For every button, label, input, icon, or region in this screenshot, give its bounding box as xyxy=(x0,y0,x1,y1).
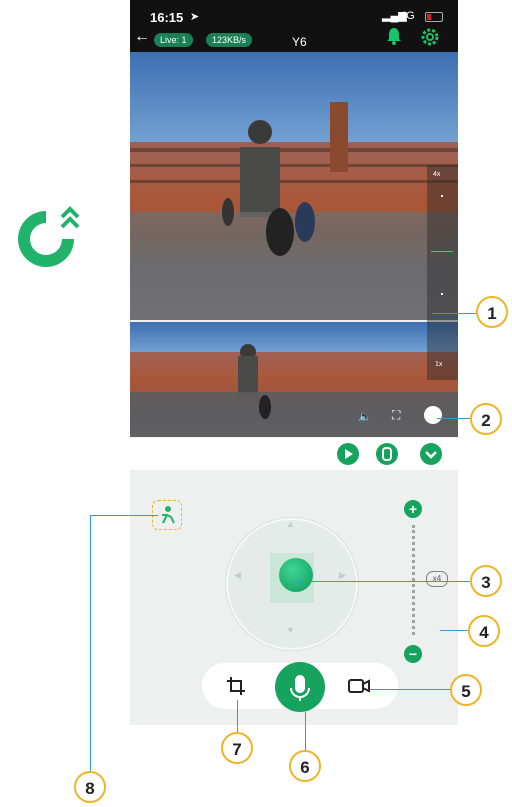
callout-2: 2 xyxy=(470,403,502,435)
speaker-icon[interactable]: 🔈 xyxy=(358,410,372,423)
callout-6: 6 xyxy=(289,750,321,782)
callout-3: 3 xyxy=(470,565,502,597)
joystick-handle[interactable] xyxy=(279,558,313,592)
joystick-right-arrow-icon[interactable]: ▶ xyxy=(339,570,346,581)
plaza-scene-secondary xyxy=(130,344,458,437)
zoom-level-badge: x4 xyxy=(426,571,448,587)
back-arrow-icon[interactable]: ← xyxy=(134,28,150,46)
callout-7: 7 xyxy=(221,732,253,764)
callout-8-line-h xyxy=(90,515,158,516)
callout-2-line xyxy=(437,418,471,419)
ptz-logo-text: PTZ xyxy=(36,235,57,247)
zoom-strip[interactable]: 4x 1x xyxy=(427,165,458,380)
location-arrow-icon: ➤ xyxy=(190,11,200,23)
zoom-strip-bottom-label: 1x xyxy=(435,361,443,368)
crop-icon[interactable] xyxy=(226,676,246,701)
zoom-strip-top-label: 4x xyxy=(433,171,441,178)
speed-badge: 123KB/s xyxy=(206,33,253,47)
callout-8-line-v xyxy=(90,515,91,771)
callout-1-line xyxy=(432,313,476,314)
joystick-left-arrow-icon[interactable]: ◀ xyxy=(234,570,241,581)
callout-6-line xyxy=(305,712,306,750)
callout-7-line xyxy=(237,700,238,732)
fullscreen-icon[interactable]: ⛶ xyxy=(392,408,400,423)
callout-1: 1 xyxy=(476,296,508,328)
callout-4-line xyxy=(440,630,468,631)
zoom-in-button[interactable]: + xyxy=(404,500,422,518)
joystick-down-arrow-icon[interactable]: ▼ xyxy=(286,625,295,635)
status-bar: 16:15 ➤ ▂▄▆ 4G ← Live: 1 123KB/s Y6 xyxy=(130,0,458,52)
callout-8: 8 xyxy=(74,771,106,803)
plaza-scene xyxy=(130,102,458,320)
joystick-up-arrow-icon[interactable]: ▲ xyxy=(286,519,295,529)
zoom-out-button[interactable]: − xyxy=(404,645,422,663)
battery-icon xyxy=(425,12,443,22)
live-video-main[interactable] xyxy=(130,52,458,320)
callout-4: 4 xyxy=(468,615,500,647)
zoom-tick xyxy=(441,195,443,197)
record-video-icon[interactable] xyxy=(348,678,370,699)
camera-name: Y6 xyxy=(292,35,307,49)
live-badge: Live: 1 xyxy=(154,33,193,47)
chevron-down-icon[interactable] xyxy=(420,443,442,465)
zoom-scale[interactable] xyxy=(412,525,417,635)
callout-3-line xyxy=(295,581,471,582)
talk-button[interactable] xyxy=(275,662,325,712)
bell-icon[interactable] xyxy=(386,27,402,45)
multi-view-icon[interactable] xyxy=(376,443,398,465)
shutter-icon[interactable] xyxy=(424,406,442,424)
gear-icon[interactable] xyxy=(420,27,440,47)
callout-5: 5 xyxy=(450,674,482,706)
playback-toolbar xyxy=(130,438,458,470)
phone-screen: 16:15 ➤ ▂▄▆ 4G ← Live: 1 123KB/s Y6 🔈 ⛶ … xyxy=(130,0,458,725)
network-type: 4G xyxy=(400,10,415,22)
ptz-logo: PTZ xyxy=(18,206,80,267)
live-video-secondary[interactable]: 🔈 ⛶ xyxy=(130,322,458,437)
zoom-tick xyxy=(441,293,443,295)
status-time: 16:15 xyxy=(150,10,184,25)
callout-5-line xyxy=(370,689,450,690)
play-icon[interactable] xyxy=(337,443,359,465)
zoom-strip-indicator xyxy=(431,251,453,252)
